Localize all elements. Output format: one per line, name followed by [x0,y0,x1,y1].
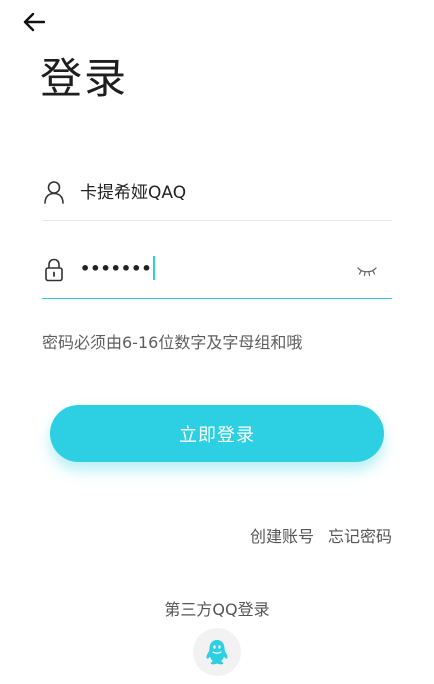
page-title: 登录 [40,54,129,103]
create-account-link[interactable]: 创建账号 [250,523,314,547]
password-field[interactable]: ••••••• [42,243,392,299]
qq-login-button[interactable] [193,628,241,676]
back-button[interactable] [20,8,48,36]
password-hint: 密码必须由6-16位数字及字母组和哦 [42,333,303,352]
password-value: ••••••• [80,256,155,281]
password-mask: ••••••• [80,259,152,278]
text-caret [152,256,155,280]
username-value: 卡提希娅QAQ [80,183,187,203]
account-links: 创建账号 忘记密码 [250,523,392,547]
qq-penguin-icon [206,640,228,665]
user-icon [42,179,66,205]
lock-icon [42,257,66,283]
third-party-login-label: 第三方QQ登录 [164,600,270,619]
eye-closed-icon[interactable] [356,263,378,279]
username-field[interactable]: 卡提希娅QAQ [42,165,392,221]
login-button[interactable]: 立即登录 [50,405,384,462]
forgot-password-link[interactable]: 忘记密码 [328,523,392,547]
arrow-left-icon [23,12,45,32]
